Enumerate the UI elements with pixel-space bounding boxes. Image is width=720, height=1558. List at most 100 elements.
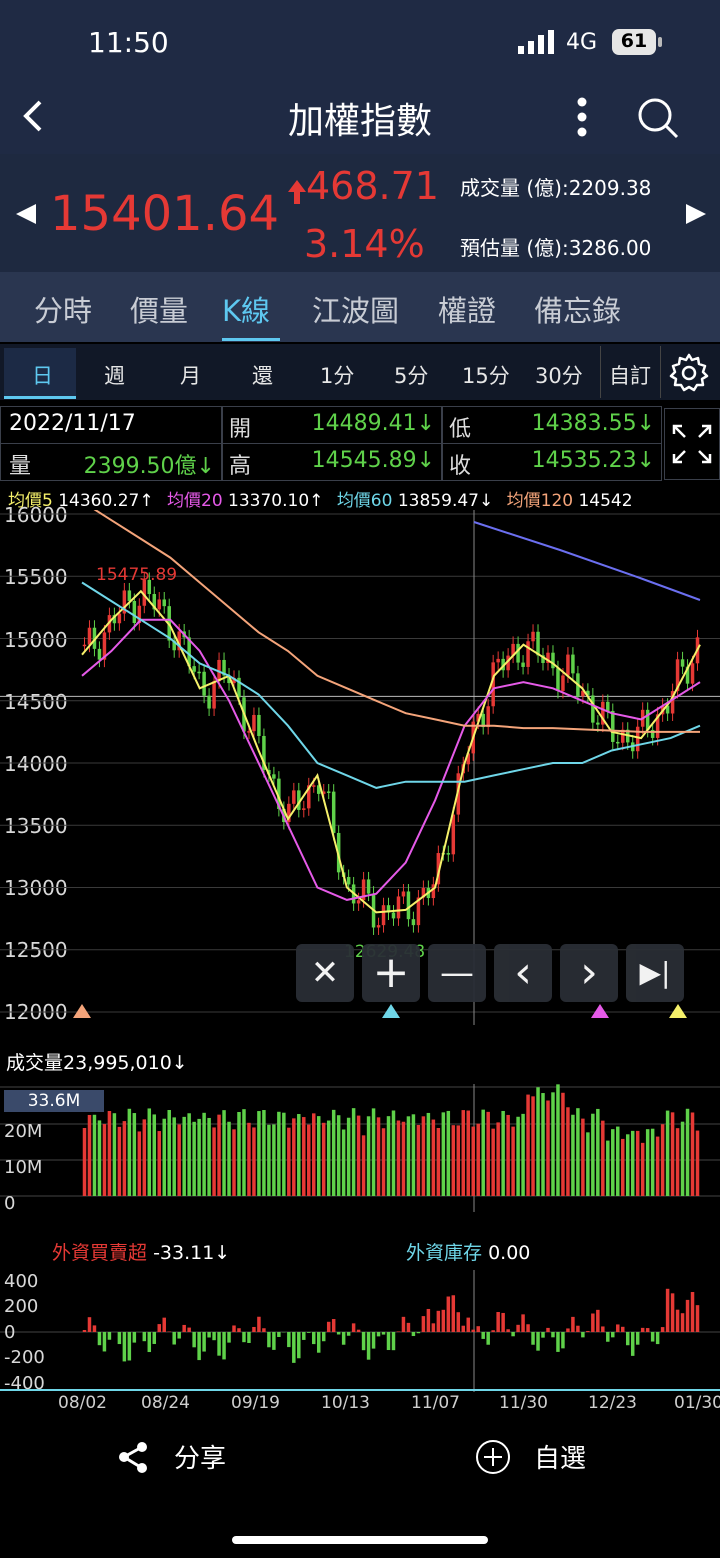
tab-kline[interactable]: K線 [222,288,270,330]
foreign-bar [655,1332,660,1345]
candle-body [635,726,640,752]
volume-header: 成交量23,995,010↓ [6,1048,188,1075]
prev-stock-button[interactable] [12,200,40,228]
foreign-bar [591,1313,595,1332]
volume-chart[interactable] [0,1084,720,1212]
foreign-bar [127,1332,132,1361]
volume-bar [456,1125,461,1196]
candle-body [312,785,316,787]
foreign-bar [356,1329,361,1332]
tab-warrant[interactable]: 權證 [438,288,496,330]
volume-bar [665,1110,670,1196]
add-watchlist-button[interactable]: 自選 [474,1436,604,1476]
tab-memo[interactable]: 備忘錄 [534,288,621,330]
period-adjusted[interactable]: 還 [252,360,273,390]
candle-body [446,853,451,855]
foreign-bar [625,1332,630,1346]
foreign-bar [366,1332,371,1360]
period-month[interactable]: 月 [180,360,201,390]
foreign-bar [197,1332,201,1361]
foreign-bar [396,1331,401,1332]
volume-bar [127,1108,132,1196]
more-button[interactable] [570,94,594,140]
volume-bar [556,1084,560,1196]
volume-bar [621,1138,625,1196]
foreign-bar [177,1332,181,1339]
ma-line-3 [81,581,701,789]
foreign-bar [381,1332,386,1335]
foreign-header: 外資買賣超 -33.11↓ [52,1238,230,1265]
volume-bar [506,1114,510,1196]
volume-bar [97,1120,102,1196]
foreign-bar [501,1312,505,1332]
volume-bar [282,1112,286,1196]
foreign-bar [117,1332,122,1345]
divider [600,346,601,398]
zoom-out-button[interactable]: — [428,944,486,1002]
jump-latest-button[interactable]: ▶| [626,944,684,1002]
period-15min[interactable]: 15分 [462,360,510,390]
tab-price-volume[interactable]: 價量 [130,288,188,330]
foreign-stock-label: 外資庫存 [406,1242,483,1264]
fullscreen-button[interactable] [664,408,720,480]
volume-bar [212,1127,216,1196]
search-button[interactable] [634,94,682,142]
open-label: 開 [229,417,252,442]
tab-jiangbo[interactable]: 江波圖 [312,288,399,330]
volume-bar [526,1094,530,1196]
ma120-label: 均價120 [506,491,574,508]
period-5min[interactable]: 5分 [394,360,428,390]
period-30min[interactable]: 30分 [535,360,583,390]
divider [660,346,661,398]
date-tick: 08/24 [141,1393,190,1413]
volume-bar [92,1114,97,1196]
share-button[interactable]: 分享 [116,1436,246,1476]
foreign-bar [566,1328,570,1332]
volume-bar [192,1121,196,1196]
volume-bar [471,1126,475,1196]
foreign-bar [217,1332,221,1356]
foreign-bar [262,1328,266,1332]
foreign-bar [252,1326,256,1332]
foreign-bar [526,1324,530,1332]
triangle-left-icon [16,204,36,224]
foreign-bar [272,1332,276,1350]
candle-body [526,641,530,667]
candle-body [606,701,610,711]
candle-body [252,714,256,732]
next-stock-button[interactable] [682,200,710,228]
foreign-bar [601,1326,605,1332]
foreign-chart[interactable] [0,1270,720,1392]
settings-button[interactable] [668,352,710,394]
foreign-bar [212,1332,216,1341]
scroll-left-button[interactable]: ‹ [494,944,552,1002]
volume-bar [187,1113,191,1196]
volume-tick: 20M [4,1121,43,1142]
index-change-pct: 3.14% [304,222,425,266]
info-vol-cell: 量 2399.50億↓ [0,443,222,481]
high-marker: 15475.89 [96,565,178,585]
foreign-bar [307,1332,311,1333]
volume-bar [217,1114,221,1196]
period-day[interactable]: 日 [32,360,53,390]
volume-bar [476,1123,480,1196]
volume-bar [272,1124,276,1196]
info-low-cell: 低 14383.55↓ [442,406,662,444]
period-custom[interactable]: 自訂 [609,360,651,390]
ma-line-2 [81,618,701,901]
foreign-bar [690,1292,695,1332]
volume-bar [426,1112,431,1196]
foreign-bar [531,1332,535,1345]
foreign-bar [665,1288,670,1332]
volume-bar [277,1111,281,1196]
scroll-right-button[interactable]: › [560,944,618,1002]
period-1min[interactable]: 1分 [320,360,354,390]
foreign-bar [581,1332,585,1338]
period-week[interactable]: 週 [104,360,125,390]
zoom-in-button[interactable]: + [362,944,420,1002]
tab-intraday[interactable]: 分時 [34,288,92,330]
battery-tip [658,37,662,47]
candle-body [571,654,575,674]
close-chart-button[interactable]: ✕ [296,944,354,1002]
candle-body [531,631,535,642]
